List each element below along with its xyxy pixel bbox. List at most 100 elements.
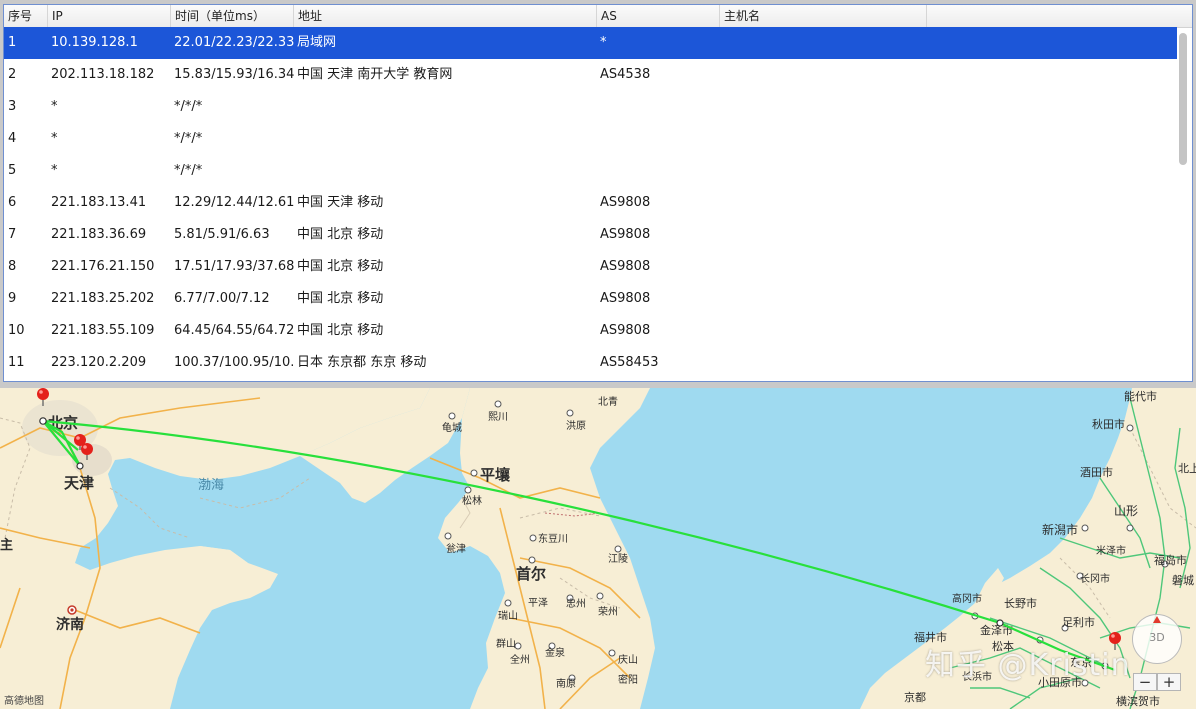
table-row[interactable]: 7 221.183.36.69 5.81/5.91/6.63 中国 北京 移动 AS98… bbox=[4, 219, 1177, 251]
column-header-time[interactable]: 时间（单位ms） bbox=[171, 5, 294, 27]
vertical-scrollbar[interactable] bbox=[1178, 30, 1188, 378]
cell-ip: 221.183.13.41 bbox=[51, 195, 147, 210]
cell-time: 100.37/100.95/10... bbox=[174, 355, 294, 370]
table-row[interactable]: 5 * */*/* bbox=[4, 155, 1177, 187]
cell-index: 10 bbox=[8, 323, 25, 338]
label-dongdouchuan: 东豆川 bbox=[538, 532, 568, 545]
column-header-as[interactable]: AS bbox=[597, 5, 720, 27]
label-qinshan: 庆山 bbox=[618, 653, 638, 666]
cell-index: 7 bbox=[8, 227, 17, 242]
table-row[interactable]: 3 * */*/* bbox=[4, 91, 1177, 123]
cell-as: AS4538 bbox=[600, 67, 651, 82]
cell-time: 5.81/5.91/6.63 bbox=[174, 227, 270, 242]
cell-index: 2 bbox=[8, 67, 17, 82]
table-row[interactable]: 8 221.176.21.150 17.51/17.93/37.68 中国 北京 移动… bbox=[4, 251, 1177, 283]
cell-time: 22.01/22.23/22.33 bbox=[174, 35, 294, 50]
cell-as bbox=[600, 91, 720, 123]
watermark: 知乎 @Kristin bbox=[925, 648, 1131, 683]
cell-as bbox=[600, 123, 720, 155]
cell-hostname bbox=[723, 219, 923, 251]
label-quanzhou: 全州 bbox=[510, 653, 530, 666]
cell-index: 5 bbox=[8, 163, 17, 178]
zoom-out-button[interactable]: − bbox=[1133, 673, 1157, 691]
label-xichuan: 熙川 bbox=[488, 411, 508, 423]
table-row[interactable]: 10 221.183.55.109 64.45/64.55/64.72 中国 北京 移… bbox=[4, 315, 1177, 347]
column-header-address[interactable]: 地址 bbox=[294, 5, 597, 27]
cell-time: */*/* bbox=[174, 163, 203, 178]
cell-ip: * bbox=[51, 163, 58, 178]
label-neng: 能代市 bbox=[1124, 389, 1157, 403]
cell-address bbox=[297, 155, 597, 187]
label-zhu: 主 bbox=[0, 537, 13, 553]
label-zuli: 足利市 bbox=[1062, 615, 1095, 629]
label-mianyang: 密阳 bbox=[618, 673, 638, 686]
hop-marker-japan bbox=[996, 619, 1004, 627]
label-changye: 长野市 bbox=[1004, 596, 1037, 610]
cell-as: AS9808 bbox=[600, 323, 651, 338]
label-pingze: 平泽 bbox=[528, 597, 548, 609]
cell-ip: 10.139.128.1 bbox=[51, 35, 138, 50]
cell-ip: 221.183.36.69 bbox=[51, 227, 147, 242]
table-row[interactable]: 9 221.183.25.202 6.77/7.00/7.12 中国 北京 移动 AS9… bbox=[4, 283, 1177, 315]
table-row[interactable]: 4 * */*/* bbox=[4, 123, 1177, 155]
label-mizeshi: 米泽市 bbox=[1096, 544, 1126, 557]
cell-address: 中国 天津 南开大学 教育网 bbox=[297, 67, 453, 82]
label-nanyuan: 南原 bbox=[556, 677, 576, 690]
hop-marker-tianjin bbox=[76, 462, 84, 470]
cell-address: 中国 北京 移动 bbox=[297, 259, 384, 274]
cell-as: AS9808 bbox=[600, 227, 651, 242]
cell-as bbox=[600, 155, 720, 187]
label-songlin: 松林 bbox=[462, 494, 482, 507]
scrollbar-thumb[interactable] bbox=[1179, 33, 1187, 165]
table-row[interactable]: 2 202.113.18.182 15.83/15.93/16.34 中国 天津 南开… bbox=[4, 59, 1177, 91]
label-changgang: 长冈市 bbox=[1080, 572, 1110, 585]
compass-control[interactable]: 3D bbox=[1132, 614, 1182, 664]
cell-index: 1 bbox=[8, 35, 17, 50]
table-row[interactable]: 1 10.139.128.1 22.01/22.23/22.33 局域网 * bbox=[4, 27, 1177, 59]
label-hengbin: 横滨贺市 bbox=[1116, 694, 1160, 708]
table-body: 1 10.139.128.1 22.01/22.23/22.33 局域网 * 2 202.1… bbox=[4, 27, 1177, 379]
cell-address bbox=[297, 123, 597, 155]
cell-address: 中国 北京 移动 bbox=[297, 323, 384, 338]
zoom-in-button[interactable]: + bbox=[1157, 673, 1181, 691]
column-header-ip[interactable]: IP bbox=[48, 5, 171, 27]
cell-address: 中国 天津 移动 bbox=[297, 195, 384, 210]
map-attribution: 高德地图 bbox=[4, 696, 44, 707]
column-header-hostname[interactable]: 主机名 bbox=[720, 5, 927, 27]
traceroute-table: 序号 IP 时间（单位ms） 地址 AS 主机名 1 10.139.128.1 22… bbox=[3, 4, 1193, 382]
label-beiqing: 北青 bbox=[598, 395, 618, 408]
label-jinan: 济南 bbox=[56, 616, 84, 633]
label-hongshan: 瑞山 bbox=[498, 610, 518, 622]
table-row[interactable]: 6 221.183.13.41 12.29/12.44/12.61 中国 天津 移动 A… bbox=[4, 187, 1177, 219]
label-pyongyang: 平壤 bbox=[480, 466, 511, 484]
table-row[interactable]: 11 223.120.2.209 100.37/100.95/10... 日本 东京都… bbox=[4, 347, 1177, 379]
cell-address: 中国 北京 移动 bbox=[297, 227, 384, 242]
label-gaogang: 高冈市 bbox=[952, 592, 982, 605]
cell-hostname bbox=[723, 123, 923, 155]
cell-address: 中国 北京 移动 bbox=[297, 291, 384, 306]
label-zhongzhou: 忠州 bbox=[566, 598, 586, 610]
cell-ip: 202.113.18.182 bbox=[51, 67, 155, 82]
label-gueicheng: 龟城 bbox=[442, 422, 462, 434]
cell-address: 日本 东京都 东京 移动 bbox=[297, 355, 427, 370]
label-tianjin: 天津 bbox=[64, 474, 94, 492]
label-ci: 磐城 bbox=[1172, 573, 1194, 587]
hop-marker-beijing bbox=[39, 417, 47, 425]
cell-index: 6 bbox=[8, 195, 17, 210]
cell-index: 8 bbox=[8, 259, 17, 274]
cell-time: 12.29/12.44/12.61 bbox=[174, 195, 294, 210]
label-hongyuan: 洪原 bbox=[566, 420, 586, 432]
cell-index: 4 bbox=[8, 131, 17, 146]
label-jinquan: 金泉 bbox=[545, 646, 565, 659]
cell-index: 11 bbox=[8, 355, 25, 370]
cell-as: * bbox=[600, 35, 607, 50]
label-haizhou: 瓮津 bbox=[446, 542, 466, 555]
cell-ip: * bbox=[51, 131, 58, 146]
land-shandong bbox=[200, 546, 278, 610]
cell-as: AS9808 bbox=[600, 259, 651, 274]
cell-hostname bbox=[723, 283, 923, 315]
cell-time: */*/* bbox=[174, 131, 203, 146]
label-fudao: 福岛市 bbox=[1154, 553, 1187, 567]
column-header-index[interactable]: 序号 bbox=[4, 5, 48, 27]
label-qiutian: 秋田市 bbox=[1092, 417, 1125, 431]
